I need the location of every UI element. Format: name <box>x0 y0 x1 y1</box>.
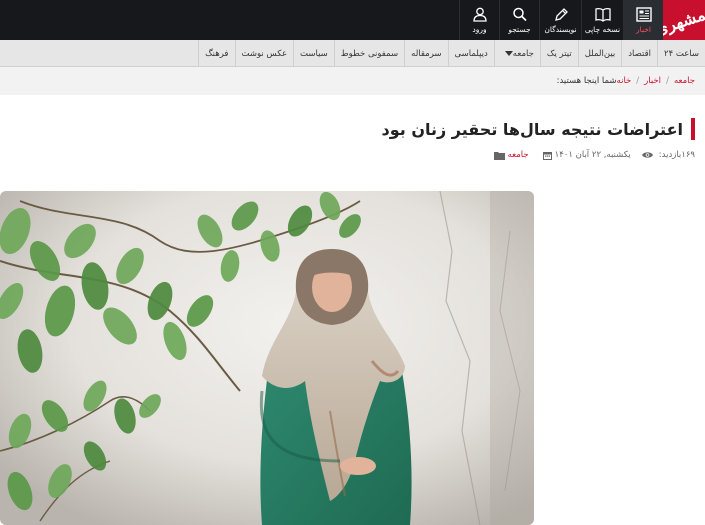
topbar-news-button[interactable]: اخبار <box>623 0 663 40</box>
chevron-down-icon <box>504 51 513 56</box>
article-title: اعتراضات نتیجه سال‌ها تحقیر زنان بود <box>381 119 683 139</box>
topbar-search-label: جستجو <box>508 24 531 34</box>
breadcrumb-inner: شما اینجا هستید: خانه / اخبار / جامعه <box>553 67 695 95</box>
article-meta: جامعه یکشنبه, ۲۲ آبان ۱۴۰۱ بازدید: ۱۶۹ <box>491 148 695 162</box>
topbar-search-button[interactable]: جستجو <box>499 0 539 40</box>
menu-item-label: ۲۴ ساعت <box>664 48 699 59</box>
menu-item-label: عکس نوشت <box>241 48 288 59</box>
topbar-login-button[interactable]: ورود <box>459 0 499 40</box>
newspaper-icon <box>635 6 652 22</box>
topbar-news-label: اخبار <box>636 24 651 34</box>
topbar-login-label: ورود <box>472 24 487 34</box>
menu-item-economy[interactable]: اقتصاد <box>621 40 657 67</box>
menu-item-politics[interactable]: سیاست <box>293 40 334 67</box>
menu-item-label: دیپلماسی <box>454 48 488 59</box>
folder-icon <box>493 151 505 160</box>
menu-item-symphony[interactable]: سمفونی خطوط <box>333 40 404 67</box>
menu-item-label: جامعه <box>512 48 534 59</box>
breadcrumb-separator: / <box>666 76 669 86</box>
category-menu-bar: ۲۴ ساعت اقتصاد بین‌الملل تیتر یک جامعه د… <box>0 40 705 67</box>
calendar-icon <box>542 151 552 160</box>
category-menu: ۲۴ ساعت اقتصاد بین‌الملل تیتر یک جامعه د… <box>198 40 705 67</box>
breadcrumb-home[interactable]: خانه <box>617 76 632 86</box>
views-label: بازدید: <box>658 150 682 160</box>
menu-item-label: سمفونی خطوط <box>340 48 399 59</box>
user-icon <box>472 7 487 22</box>
menu-item-international[interactable]: بین‌الملل <box>577 40 622 67</box>
search-icon <box>512 7 527 21</box>
breadcrumb-lead: شما اینجا هستید: <box>556 76 617 86</box>
menu-item-culture[interactable]: فرهنگ <box>198 40 234 67</box>
article-title-wrap: اعتراضات نتیجه سال‌ها تحقیر زنان بود <box>382 117 695 141</box>
top-tools: اخبار نسخه چاپی نویسندگان جستجو ورود <box>459 0 663 40</box>
menu-item-label: اقتصاد <box>628 48 652 59</box>
article-date: یکشنبه, ۲۲ آبان ۱۴۰۱ <box>554 150 631 160</box>
eye-icon <box>641 152 653 158</box>
menu-item-society[interactable]: جامعه <box>493 40 540 67</box>
topbar-writers-label: نویسندگان <box>544 24 577 34</box>
menu-item-label: فرهنگ <box>205 48 229 59</box>
menu-item-label: بین‌الملل <box>584 48 616 59</box>
site-logo[interactable]: همشهری <box>652 0 705 40</box>
menu-item-label: تیتر یک <box>546 48 572 59</box>
menu-item-photo-note[interactable]: عکس نوشت <box>234 40 294 67</box>
woman-in-green-coat-photo <box>0 191 534 525</box>
topbar-writers-button[interactable]: نویسندگان <box>539 0 581 40</box>
menu-item-label: سرمقاله <box>411 48 442 59</box>
breadcrumb-separator: / <box>636 76 640 86</box>
menu-item-editorial[interactable]: سرمقاله <box>404 40 447 67</box>
pen-icon <box>554 7 568 21</box>
book-icon <box>594 7 611 22</box>
menu-item-label: سیاست <box>300 48 328 59</box>
breadcrumb-society[interactable]: جامعه <box>674 76 695 86</box>
menu-item-diplomacy[interactable]: دیپلماسی <box>447 40 494 67</box>
article-photo <box>0 191 534 525</box>
topbar-print-label: نسخه چاپی <box>584 24 621 34</box>
title-accent-bar <box>691 118 695 140</box>
breadcrumb: شما اینجا هستید: خانه / اخبار / جامعه <box>0 67 705 95</box>
top-bar: همشهری اخبار نسخه چاپی نویسندگان جستجو و… <box>0 0 705 40</box>
article-category-link[interactable]: جامعه <box>508 150 529 160</box>
views-count: ۱۶۹ <box>681 150 695 160</box>
breadcrumb-news[interactable]: اخبار <box>644 76 661 86</box>
menu-item-headline[interactable]: تیتر یک <box>539 40 578 67</box>
menu-item-24h[interactable]: ۲۴ ساعت <box>657 40 705 67</box>
topbar-print-button[interactable]: نسخه چاپی <box>581 0 623 40</box>
